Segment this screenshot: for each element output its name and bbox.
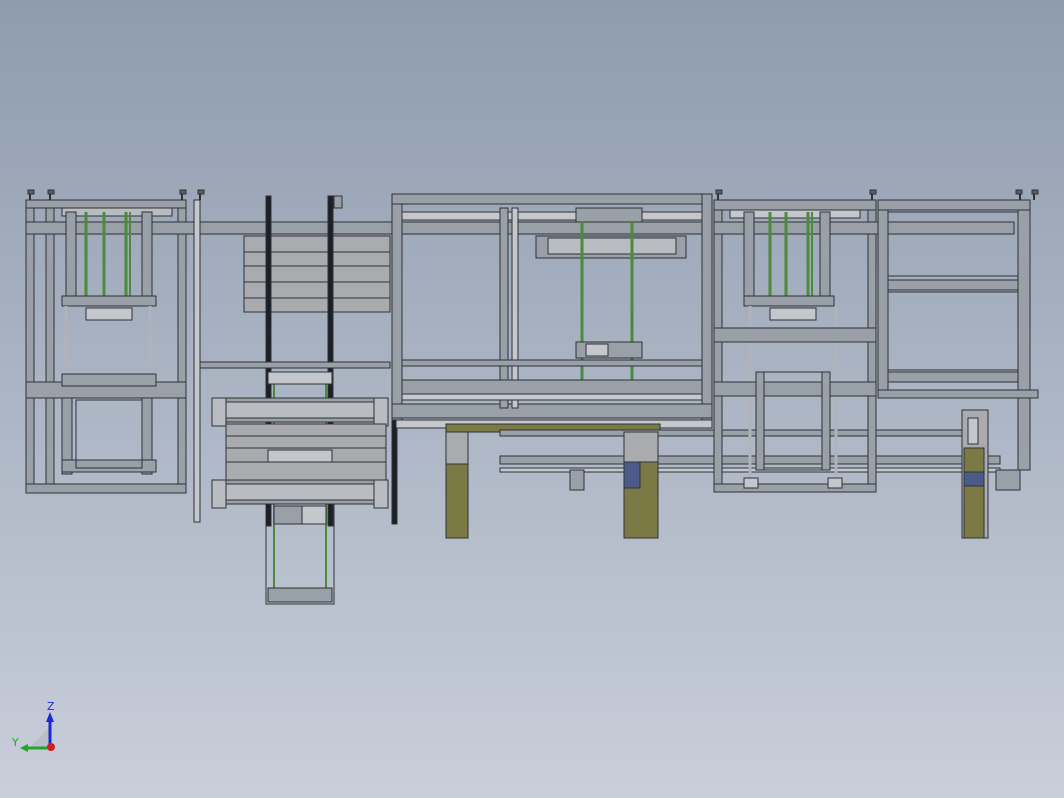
x-axis-icon <box>47 743 55 751</box>
y-axis-label: Y <box>11 736 19 749</box>
triad-plane-shade <box>30 726 50 748</box>
assembly-front-view[interactable] <box>0 0 1064 798</box>
coordinate-triad: Z Y <box>11 700 55 752</box>
z-axis-label: Z <box>47 700 55 713</box>
cad-viewport[interactable]: Z Y <box>0 0 1064 798</box>
